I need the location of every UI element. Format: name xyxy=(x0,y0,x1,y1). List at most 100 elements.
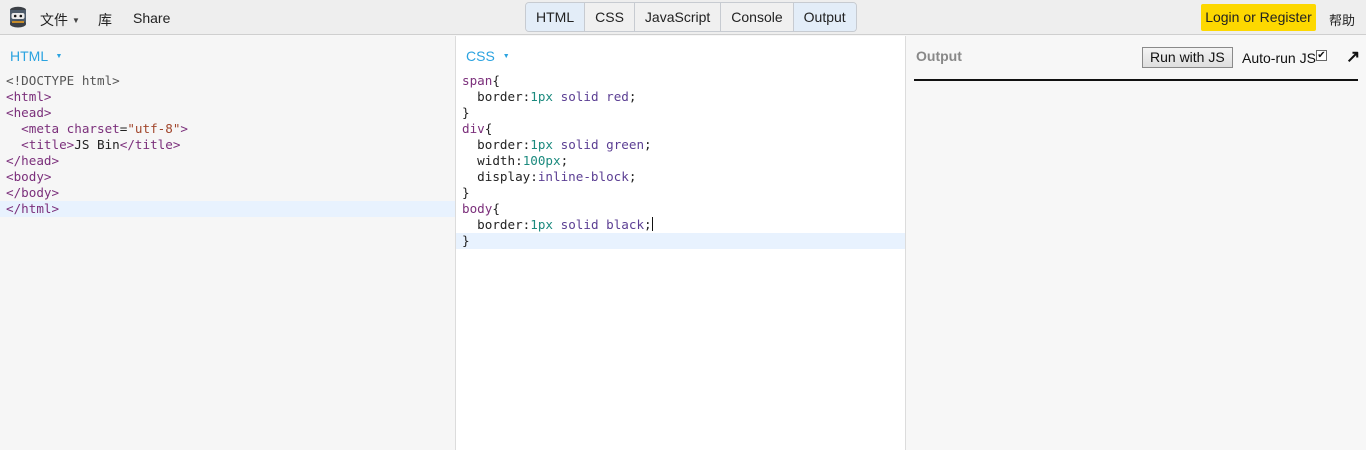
code-token: ; xyxy=(644,137,652,152)
popout-arrow-icon[interactable]: ↗ xyxy=(1346,47,1360,67)
tab-html[interactable]: HTML xyxy=(526,3,586,31)
code-line[interactable]: } xyxy=(456,105,905,121)
code-token: solid xyxy=(560,89,599,104)
run-with-js-button[interactable]: Run with JS xyxy=(1142,47,1233,68)
code-token: solid xyxy=(560,217,599,232)
code-token: ; xyxy=(560,153,569,168)
code-line[interactable]: <meta charset="utf-8"> xyxy=(0,121,455,137)
output-divider xyxy=(914,79,1358,81)
tab-javascript[interactable]: JavaScript xyxy=(635,3,722,31)
code-line[interactable]: display:inline-block; xyxy=(456,169,905,185)
code-token: <title> xyxy=(21,137,75,152)
code-token: inline-block xyxy=(537,169,629,184)
code-token: display xyxy=(477,169,531,184)
css-code-editor[interactable]: span{ border:1px solid red;} div{ border:… xyxy=(456,73,905,249)
code-token: ; xyxy=(628,89,637,104)
html-panel-label[interactable]: HTML ▼ xyxy=(10,48,62,64)
autorun-js-checkbox[interactable]: ✔ xyxy=(1316,50,1327,61)
html-code-editor[interactable]: <!DOCTYPE html> <html> <head> <meta charse… xyxy=(0,73,455,217)
code-token: </head> xyxy=(6,153,60,168)
code-token: } xyxy=(462,105,470,120)
code-line[interactable]: } xyxy=(456,185,905,201)
code-line[interactable]: border:1px solid green; xyxy=(456,137,905,153)
menu-share[interactable]: Share xyxy=(133,10,170,26)
code-token: black xyxy=(606,217,645,232)
code-token: body xyxy=(462,201,493,216)
code-line[interactable]: div{ xyxy=(456,121,905,137)
code-token: </title> xyxy=(119,137,181,152)
code-token: </body> xyxy=(6,185,60,200)
code-token: { xyxy=(484,121,493,136)
code-token: </html> xyxy=(6,201,60,216)
code-line[interactable]: <!DOCTYPE html> xyxy=(0,73,455,89)
menu-file[interactable]: 文件 ▼ xyxy=(40,10,80,30)
code-token: <body> xyxy=(6,169,52,184)
code-token: : xyxy=(530,169,538,184)
code-line[interactable]: width:100px; xyxy=(456,153,905,169)
code-token: div xyxy=(462,121,485,136)
code-token: ; xyxy=(628,169,637,184)
code-token: } xyxy=(462,185,470,200)
code-token: <html> xyxy=(6,89,52,104)
output-panel-label: Output xyxy=(916,48,962,64)
code-token: border xyxy=(477,137,523,152)
code-token: <!DOCTYPE html> xyxy=(6,73,120,88)
code-token: charset xyxy=(66,121,120,136)
top-bar: 文件 ▼ 库 Share HTML CSS JavaScript Console … xyxy=(0,0,1366,35)
code-token: border xyxy=(477,89,523,104)
code-line[interactable]: border:1px solid black; xyxy=(456,217,905,233)
chevron-down-icon: ▼ xyxy=(72,16,80,25)
code-token: border xyxy=(477,217,523,232)
css-panel-label[interactable]: CSS ▼ xyxy=(466,48,510,64)
code-token: <meta xyxy=(21,121,67,136)
code-line[interactable]: </html> xyxy=(0,201,455,217)
text-cursor xyxy=(651,217,653,231)
code-line[interactable]: <title>JS Bin</title> xyxy=(0,137,455,153)
code-line[interactable]: span{ xyxy=(456,73,905,89)
code-line[interactable]: <body> xyxy=(0,169,455,185)
code-line[interactable]: body{ xyxy=(456,201,905,217)
tab-console[interactable]: Console xyxy=(721,3,794,31)
code-token: } xyxy=(462,233,470,248)
chevron-down-icon: ▼ xyxy=(502,53,510,60)
autorun-js-label: Auto-run JS xyxy=(1242,50,1316,66)
tab-css[interactable]: CSS xyxy=(585,3,635,31)
code-line[interactable]: } xyxy=(456,233,905,249)
code-token: > xyxy=(180,121,189,136)
tab-output[interactable]: Output xyxy=(793,3,856,31)
code-line[interactable]: </body> xyxy=(0,185,455,201)
code-line[interactable]: <head> xyxy=(0,105,455,121)
menu-library[interactable]: 库 xyxy=(98,10,112,30)
code-token: { xyxy=(492,73,500,88)
jsbin-logo-icon[interactable] xyxy=(8,5,28,30)
code-token: span xyxy=(462,73,493,88)
code-token: : xyxy=(515,153,523,168)
code-token: ; xyxy=(644,217,652,232)
code-line[interactable]: </head> xyxy=(0,153,455,169)
code-line[interactable]: border:1px solid red; xyxy=(456,89,905,105)
code-token: solid xyxy=(560,137,599,152)
code-token: width xyxy=(477,153,516,168)
chevron-down-icon: ▼ xyxy=(55,53,63,60)
help-link[interactable]: 帮助 xyxy=(1329,10,1355,29)
code-token: 100px xyxy=(522,153,561,168)
code-token: 1px xyxy=(530,89,554,104)
code-token: "utf-8" xyxy=(127,121,181,136)
panel-tabs: HTML CSS JavaScript Console Output xyxy=(525,2,857,32)
code-token: 1px xyxy=(530,217,554,232)
code-token: <head> xyxy=(6,105,52,120)
code-line[interactable]: <html> xyxy=(0,89,455,105)
output-panel: Output Run with JS Auto-run JS ✔ ↗ xyxy=(906,36,1366,450)
login-register-button[interactable]: Login or Register xyxy=(1201,4,1316,31)
